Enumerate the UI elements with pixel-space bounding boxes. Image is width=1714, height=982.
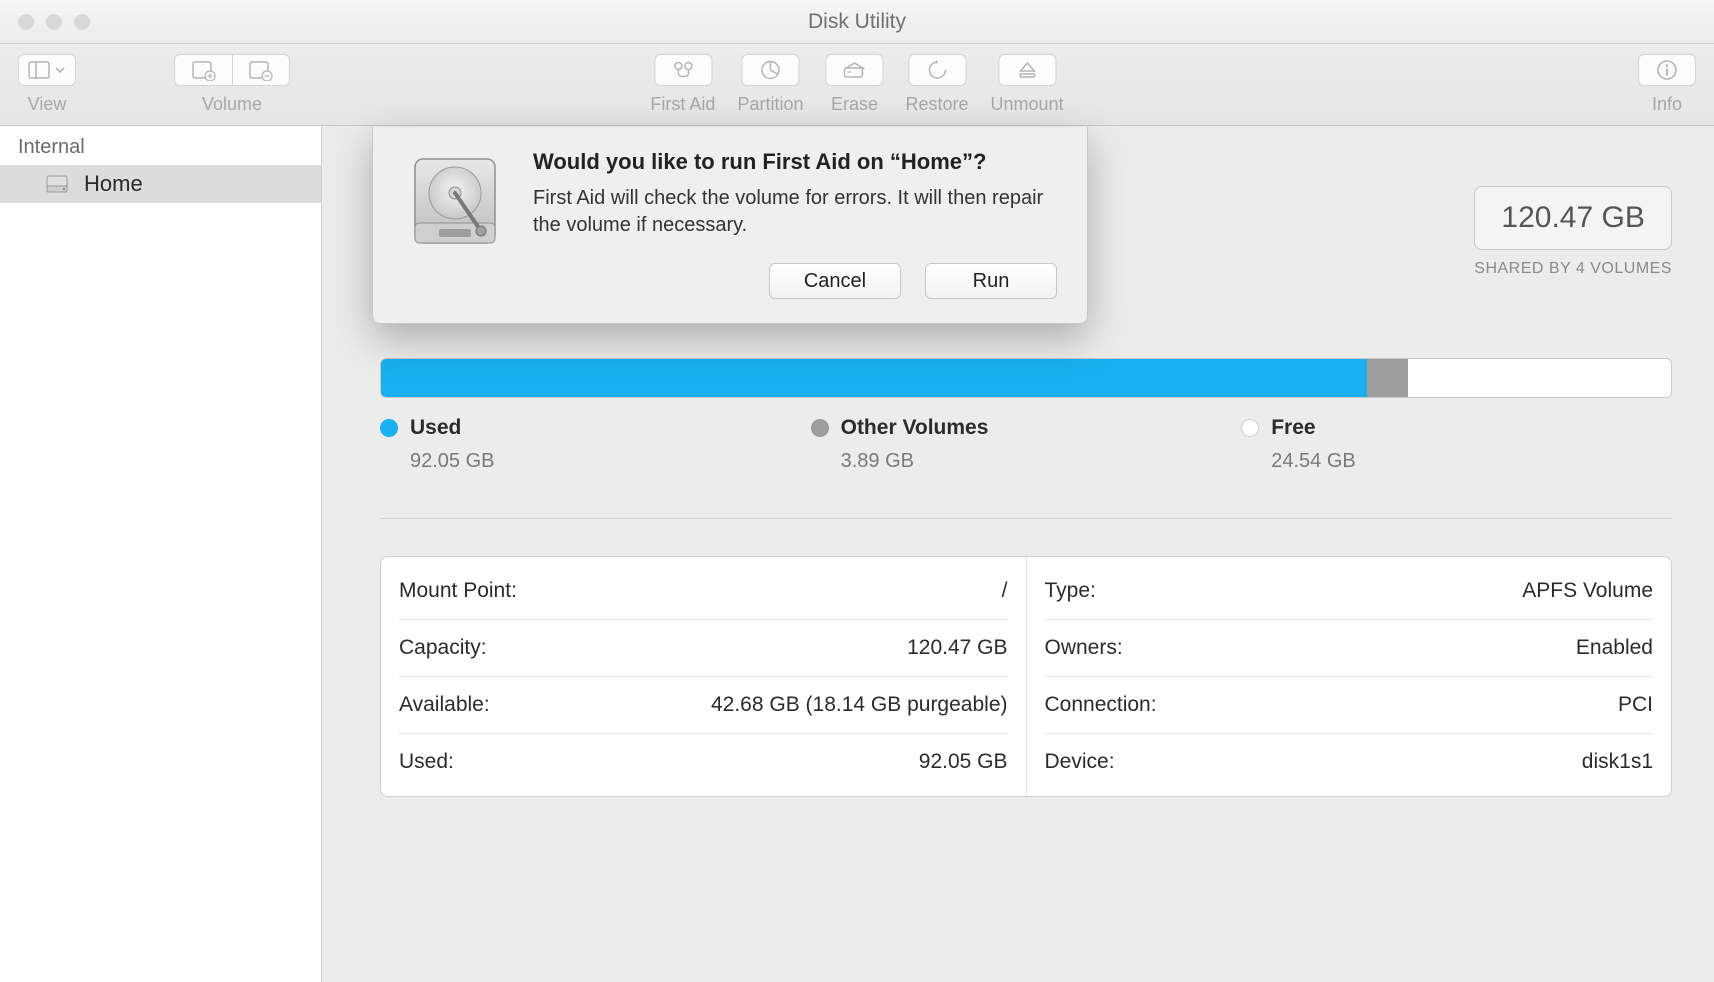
- detail-row: Device: disk1s1: [1045, 734, 1654, 790]
- legend-free-value: 24.54 GB: [1271, 450, 1672, 473]
- detail-value: PCI: [1618, 693, 1653, 717]
- toolbar-view-group: View: [18, 54, 76, 115]
- dialog-text: First Aid will check the volume for erro…: [533, 185, 1057, 239]
- legend-used-value: 92.05 GB: [410, 450, 811, 473]
- toolbar-partition-label: Partition: [737, 94, 803, 115]
- details-col-left: Mount Point: / Capacity: 120.47 GB Avail…: [381, 557, 1027, 796]
- toolbar-restore-group: Restore: [905, 54, 968, 115]
- sidebar-header: Internal: [0, 126, 321, 165]
- detail-label: Connection:: [1045, 693, 1157, 717]
- detail-row: Available: 42.68 GB (18.14 GB purgeable): [399, 677, 1008, 734]
- divider: [380, 518, 1672, 519]
- detail-row: Type: APFS Volume: [1045, 563, 1654, 620]
- detail-value: APFS Volume: [1522, 579, 1653, 603]
- titlebar: Disk Utility: [0, 0, 1714, 44]
- toolbar-erase-label: Erase: [831, 94, 878, 115]
- details-panel: Mount Point: / Capacity: 120.47 GB Avail…: [380, 556, 1672, 797]
- detail-value: 42.68 GB (18.14 GB purgeable): [711, 693, 1008, 717]
- dialog-buttons: Cancel Run: [533, 263, 1057, 299]
- detail-label: Available:: [399, 693, 490, 717]
- zoom-window-button[interactable]: [74, 14, 90, 30]
- legend-swatch-free: [1241, 419, 1259, 437]
- toolbar-info-group: Info: [1638, 54, 1696, 115]
- toolbar-volume-label: Volume: [202, 94, 262, 115]
- minimize-window-button[interactable]: [46, 14, 62, 30]
- toolbar-view-label: View: [28, 94, 67, 115]
- toolbar-restore-label: Restore: [905, 94, 968, 115]
- window-title: Disk Utility: [0, 10, 1714, 34]
- detail-row: Mount Point: /: [399, 563, 1008, 620]
- close-window-button[interactable]: [18, 14, 34, 30]
- detail-label: Capacity:: [399, 636, 487, 660]
- first-aid-button[interactable]: [654, 54, 712, 86]
- usage-segment-free: [1408, 359, 1671, 397]
- view-button[interactable]: [18, 54, 76, 86]
- legend-other: Other Volumes 3.89 GB: [811, 416, 1242, 473]
- legend-used-label: Used: [410, 416, 461, 440]
- capacity-subtitle: SHARED BY 4 VOLUMES: [1474, 260, 1672, 278]
- legend-other-value: 3.89 GB: [841, 450, 1242, 473]
- legend-used: Used 92.05 GB: [380, 416, 811, 473]
- detail-value: /: [1002, 579, 1008, 603]
- info-button[interactable]: [1638, 54, 1696, 86]
- disk-icon: [44, 171, 70, 197]
- toolbar-unmount-group: Unmount: [991, 54, 1064, 115]
- dialog-title: Would you like to run First Aid on “Home…: [533, 149, 1057, 175]
- legend-swatch-other: [811, 419, 829, 437]
- toolbar-info-label: Info: [1652, 94, 1682, 115]
- usage-segment-used: [381, 359, 1367, 397]
- detail-value: 120.47 GB: [907, 636, 1007, 660]
- sidebar: Internal Home: [0, 126, 322, 982]
- detail-label: Device:: [1045, 750, 1115, 774]
- partition-button[interactable]: [741, 54, 799, 86]
- detail-value: disk1s1: [1582, 750, 1653, 774]
- detail-value: 92.05 GB: [919, 750, 1008, 774]
- hard-drive-icon: [403, 149, 507, 299]
- toolbar-first-aid-label: First Aid: [650, 94, 715, 115]
- dialog-body: Would you like to run First Aid on “Home…: [533, 149, 1057, 299]
- legend-free-label: Free: [1271, 416, 1315, 440]
- erase-button[interactable]: [825, 54, 883, 86]
- legend-swatch-used: [380, 419, 398, 437]
- detail-label: Owners:: [1045, 636, 1123, 660]
- add-volume-button[interactable]: [174, 54, 232, 86]
- usage-legend: Used 92.05 GB Other Volumes 3.89 GB Free: [380, 416, 1672, 473]
- detail-row: Used: 92.05 GB: [399, 734, 1008, 790]
- toolbar-partition-group: Partition: [737, 54, 803, 115]
- usage-bar: [380, 358, 1672, 398]
- details-col-right: Type: APFS Volume Owners: Enabled Connec…: [1027, 557, 1672, 796]
- toolbar-erase-group: Erase: [825, 54, 883, 115]
- toolbar-unmount-label: Unmount: [991, 94, 1064, 115]
- usage-area: Used 92.05 GB Other Volumes 3.89 GB Free: [380, 358, 1672, 473]
- remove-volume-button[interactable]: [232, 54, 290, 86]
- toolbar-volume-group: Volume: [174, 54, 290, 115]
- window-controls: [18, 14, 90, 30]
- detail-label: Mount Point:: [399, 579, 517, 603]
- usage-segment-other: [1367, 359, 1408, 397]
- detail-value: Enabled: [1576, 636, 1653, 660]
- detail-label: Type:: [1045, 579, 1096, 603]
- detail-row: Capacity: 120.47 GB: [399, 620, 1008, 677]
- cancel-button[interactable]: Cancel: [769, 263, 901, 299]
- capacity-value: 120.47 GB: [1474, 186, 1672, 250]
- first-aid-dialog: Would you like to run First Aid on “Home…: [372, 127, 1088, 324]
- legend-other-label: Other Volumes: [841, 416, 989, 440]
- detail-label: Used:: [399, 750, 454, 774]
- sidebar-item-label: Home: [84, 171, 143, 197]
- capacity-box: 120.47 GB SHARED BY 4 VOLUMES: [1474, 186, 1672, 278]
- toolbar: View Volume First Aid Partition: [0, 44, 1714, 126]
- restore-button[interactable]: [908, 54, 966, 86]
- toolbar-first-aid-group: First Aid: [650, 54, 715, 115]
- unmount-button[interactable]: [998, 54, 1056, 86]
- detail-row: Connection: PCI: [1045, 677, 1654, 734]
- detail-row: Owners: Enabled: [1045, 620, 1654, 677]
- sidebar-item-home[interactable]: Home: [0, 165, 321, 203]
- run-button[interactable]: Run: [925, 263, 1057, 299]
- legend-free: Free 24.54 GB: [1241, 416, 1672, 473]
